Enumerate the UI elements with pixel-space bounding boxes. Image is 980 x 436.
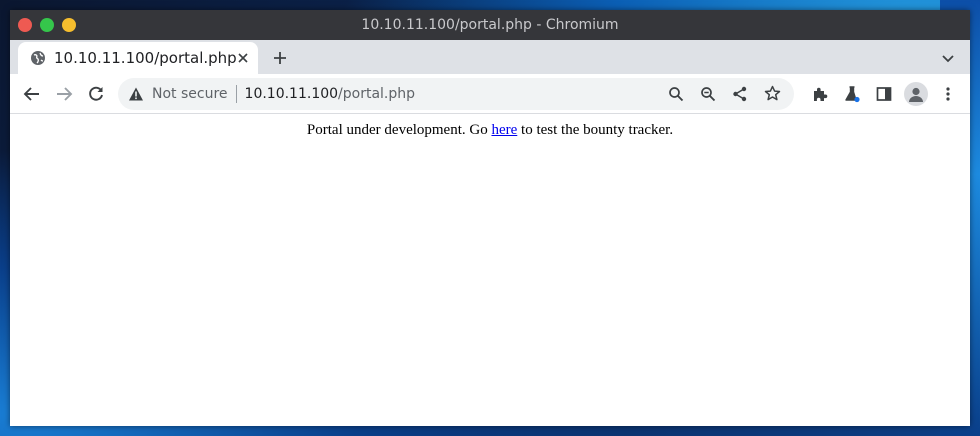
close-icon[interactable] bbox=[237, 49, 249, 67]
toolbar-right-actions bbox=[804, 78, 964, 110]
warning-icon bbox=[128, 86, 144, 102]
tab-strip: 10.10.11.100/portal.php bbox=[10, 40, 970, 74]
bookmark-button[interactable] bbox=[756, 80, 788, 108]
reload-button[interactable] bbox=[80, 78, 112, 110]
labs-button[interactable] bbox=[836, 78, 868, 110]
search-button[interactable] bbox=[660, 80, 692, 108]
avatar bbox=[904, 81, 928, 106]
reload-icon bbox=[87, 85, 105, 103]
window-maximize-button[interactable] bbox=[62, 18, 76, 32]
chevron-down-icon bbox=[941, 51, 955, 65]
window-close-button[interactable] bbox=[18, 18, 32, 32]
side-panel-button[interactable] bbox=[868, 78, 900, 110]
globe-icon bbox=[30, 50, 46, 66]
profile-button[interactable] bbox=[900, 78, 932, 110]
zoom-out-button[interactable] bbox=[692, 80, 724, 108]
page-content: Portal under development. Go here to tes… bbox=[10, 114, 970, 426]
zoom-out-icon bbox=[700, 86, 716, 102]
person-icon bbox=[906, 84, 926, 104]
browser-toolbar: Not secure 10.10.11.100/portal.php bbox=[10, 74, 970, 114]
window-controls bbox=[18, 18, 76, 32]
url-path: /portal.php bbox=[338, 85, 416, 102]
tab-active[interactable]: 10.10.11.100/portal.php bbox=[18, 42, 258, 74]
side-panel-icon bbox=[876, 86, 892, 102]
flask-icon bbox=[843, 85, 861, 103]
address-separator bbox=[235, 84, 237, 103]
security-label: Not secure bbox=[152, 85, 228, 102]
tab-search-button[interactable] bbox=[936, 46, 960, 70]
plus-icon bbox=[273, 51, 287, 65]
browser-window: 10.10.11.100/portal.php - Chromium 10.10… bbox=[10, 10, 970, 426]
arrow-right-icon bbox=[55, 85, 73, 103]
page-message: Portal under development. Go here to tes… bbox=[10, 122, 970, 139]
share-button[interactable] bbox=[724, 80, 756, 108]
address-bar[interactable]: Not secure 10.10.11.100/portal.php bbox=[118, 77, 794, 110]
share-icon bbox=[732, 86, 748, 102]
url-host: 10.10.11.100 bbox=[244, 85, 339, 102]
address-bar-actions bbox=[660, 80, 788, 108]
new-tab-button[interactable] bbox=[268, 46, 292, 70]
message-text-after: to test the bounty tracker. bbox=[517, 122, 674, 138]
here-link[interactable]: here bbox=[491, 122, 517, 138]
back-button[interactable] bbox=[16, 78, 48, 110]
tab-title: 10.10.11.100/portal.php bbox=[54, 49, 237, 67]
kebab-menu-icon bbox=[940, 86, 956, 102]
extensions-button[interactable] bbox=[804, 78, 836, 110]
arrow-left-icon bbox=[23, 85, 41, 103]
window-minimize-button[interactable] bbox=[40, 18, 54, 32]
window-titlebar: 10.10.11.100/portal.php - Chromium bbox=[10, 10, 970, 40]
forward-button[interactable] bbox=[48, 78, 80, 110]
menu-button[interactable] bbox=[932, 78, 964, 110]
message-text-before: Portal under development. Go bbox=[306, 122, 492, 138]
security-indicator[interactable]: Not secure bbox=[128, 86, 228, 102]
star-icon bbox=[764, 85, 781, 102]
puzzle-icon bbox=[811, 85, 829, 103]
search-icon bbox=[668, 86, 684, 102]
window-title: 10.10.11.100/portal.php - Chromium bbox=[361, 17, 619, 33]
